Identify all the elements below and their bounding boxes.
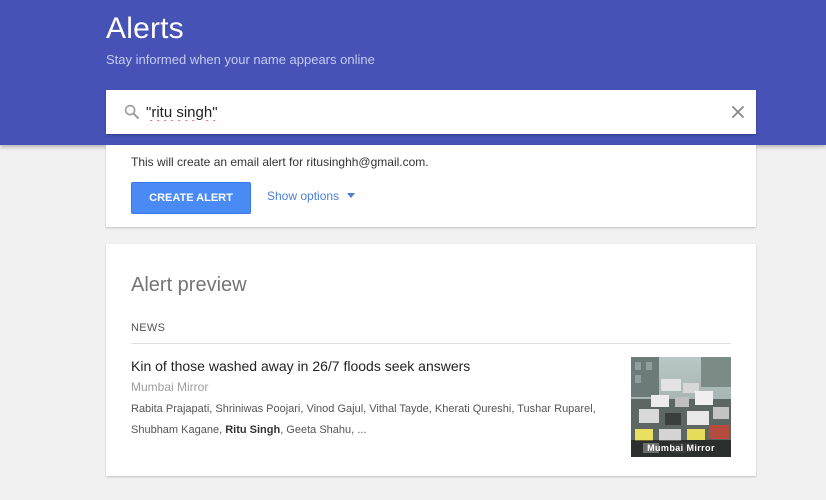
preview-title: Alert preview [131, 274, 247, 296]
thumbnail-caption: Mumbai Mirror [631, 440, 731, 457]
close-icon[interactable] [728, 102, 748, 122]
show-options-label: Show options [267, 189, 340, 203]
article-thumbnail[interactable]: Mumbai Mirror [631, 357, 731, 457]
search-icon [124, 104, 139, 119]
article-source: Mumbai Mirror [131, 380, 209, 394]
show-options-link[interactable]: Show options [267, 189, 356, 203]
create-alert-button[interactable]: CREATE ALERT [131, 182, 251, 214]
search-box [106, 90, 756, 134]
article-title-link[interactable]: Kin of those washed away in 26/7 floods … [131, 358, 470, 374]
article-snippet: Rabita Prajapati, Shriniwas Poojari, Vin… [131, 399, 601, 441]
section-label-news: NEWS [131, 322, 166, 334]
search-input[interactable] [146, 98, 706, 126]
app-header: Alerts Stay informed when your name appe… [0, 0, 826, 145]
page-title: Alerts [106, 12, 184, 45]
caret-down-icon [347, 193, 356, 199]
snippet-text-after: , Geeta Shahu, ... [280, 424, 367, 436]
create-alert-card: This will create an email alert for ritu… [106, 145, 756, 227]
alert-email-info: This will create an email alert for ritu… [131, 155, 429, 169]
page-subtitle: Stay informed when your name appears onl… [106, 52, 375, 67]
snippet-highlight: Ritu Singh [225, 424, 281, 436]
alert-preview-card: Alert preview NEWS Kin of those washed a… [106, 244, 756, 476]
section-divider [131, 343, 731, 344]
